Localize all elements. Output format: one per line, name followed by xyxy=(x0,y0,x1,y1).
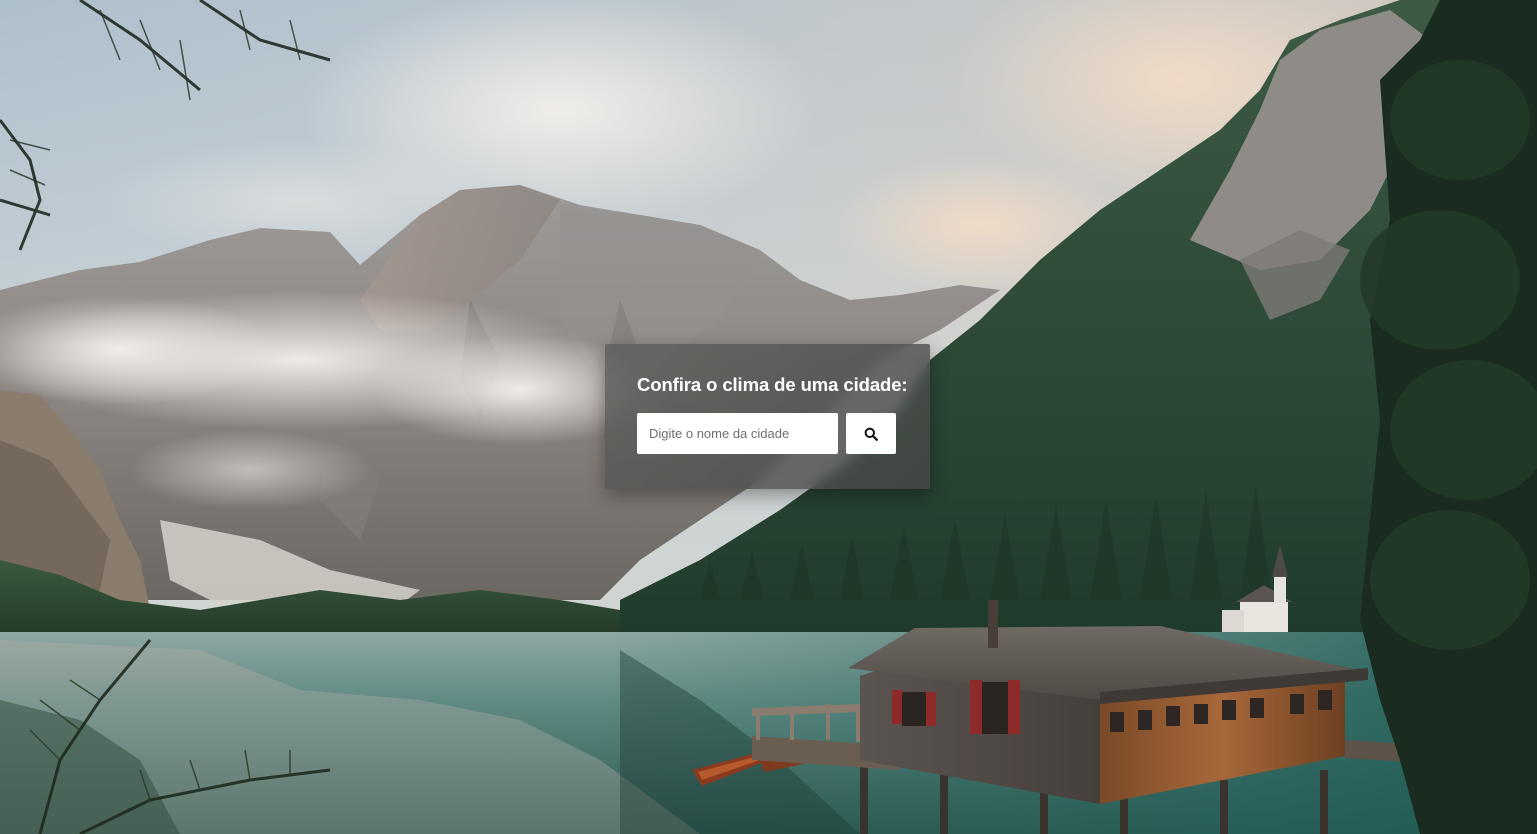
search-icon xyxy=(864,427,878,441)
weather-search-title: Confira o clima de uma cidade: xyxy=(637,374,908,395)
search-button[interactable] xyxy=(846,413,896,454)
search-row xyxy=(637,413,898,454)
weather-search-card: Confira o clima de uma cidade: xyxy=(605,344,930,489)
city-search-input[interactable] xyxy=(637,413,838,454)
